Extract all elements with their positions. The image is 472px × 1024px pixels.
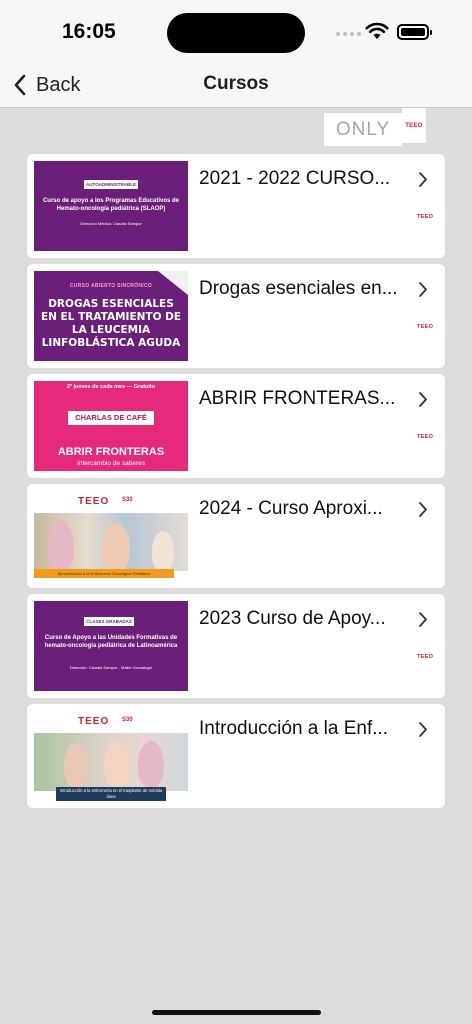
thumbnail-brand: TEEO [78, 716, 110, 727]
course-card[interactable]: CURSO ABIERTO SINCRÓNICO DROGAS ESENCIAL… [27, 264, 445, 368]
chevron-right-icon [419, 392, 427, 407]
teeo-logo: TEEO [417, 214, 434, 220]
anniversary-seal: S30 [122, 717, 133, 723]
course-title: ABRIR FRONTERAS... [199, 388, 396, 409]
teeo-logo: TEEO [402, 108, 426, 143]
course-card[interactable]: CLASES GRABADAS Curso de Apoyo a las Uni… [27, 594, 445, 698]
teeo-logo-text: TEEO [405, 122, 423, 129]
course-card[interactable]: AUTOADMINISTRABLE Curso de apoyo a los P… [27, 154, 445, 258]
course-thumbnail: 2º jueves de cada mes — Gratuito CHARLAS… [34, 381, 188, 471]
course-card[interactable]: TEEO S30 Aproximación a la Enfermería On… [27, 484, 445, 588]
course-card[interactable]: TEEO S30 Introducción a la enfermería en… [27, 704, 445, 808]
chevron-right-icon [419, 282, 427, 297]
thumbnail-heading: Curso de apoyo a los Programas Educativo… [42, 198, 180, 212]
teeo-logo: TEEO [417, 324, 434, 330]
thumbnail-caption: Aproximación a la Enfermería Oncológica … [34, 569, 174, 578]
teeo-logo: TEEO [417, 654, 434, 660]
chevron-right-icon [419, 722, 427, 737]
thumbnail-subtitle: Dirección Médica: Claudia Sampor [80, 221, 142, 226]
nurses-photo [34, 733, 188, 791]
course-thumbnail: AUTOADMINISTRABLE Curso de apoyo a los P… [34, 161, 188, 251]
nurses-photo [34, 513, 188, 571]
thumbnail-tag: CLASES GRABADAS [84, 617, 134, 626]
chevron-right-icon [419, 502, 427, 517]
chevron-right-icon [419, 172, 427, 187]
thumbnail-tag: CHARLAS DE CAFÉ [68, 411, 154, 425]
thumbnail-heading: ABRIR FRONTERAS [57, 446, 165, 458]
teeo-logo: TEEO [417, 434, 434, 440]
thumbnail-subtitle: Intercambio de saberes [77, 460, 145, 467]
course-thumbnail: CLASES GRABADAS Curso de Apoyo a las Uni… [34, 601, 188, 691]
only-badge: ONLY [324, 113, 402, 146]
course-title: 2024 - Curso Aproxi... [199, 498, 383, 519]
battery-icon [397, 24, 432, 40]
cellular-signal-icon [336, 32, 361, 36]
course-title: 2023 Curso de Apoy... [199, 608, 386, 629]
course-thumbnail: TEEO S30 Aproximación a la Enfermería On… [34, 491, 188, 581]
course-thumbnail: TEEO S30 Introducción a la enfermería en… [34, 711, 188, 801]
status-bar: 16:05 [0, 0, 472, 62]
thumbnail-heading: Curso de Apoyo a las Unidades Formativas… [44, 635, 178, 649]
thumbnail-schedule: 2º jueves de cada mes — Gratuito [66, 384, 156, 390]
dynamic-island [167, 13, 305, 53]
thumbnail-tag: AUTOADMINISTRABLE [84, 180, 138, 189]
course-thumbnail: CURSO ABIERTO SINCRÓNICO DROGAS ESENCIAL… [34, 271, 188, 361]
thumbnail-subtitle: Dirección: Claudia Sampor - Mailie Goros… [69, 665, 153, 670]
navigation-bar: Back Cursos [0, 62, 472, 108]
anniversary-seal: S30 [122, 497, 133, 503]
page-title: Cursos [203, 73, 269, 94]
chevron-right-icon [419, 612, 427, 627]
status-time: 16:05 [62, 20, 116, 43]
course-title: Introducción a la Enf... [199, 718, 389, 739]
thumbnail-tag: CURSO ABIERTO SINCRÓNICO [69, 283, 153, 289]
wifi-icon [365, 22, 389, 39]
thumbnail-caption: Introducción a la enfermería en el trasp… [56, 787, 166, 801]
thumbnail-brand: TEEO [78, 496, 110, 507]
course-title: Drogas esenciales en... [199, 278, 398, 299]
course-title: 2021 - 2022 CURSO... [199, 168, 391, 189]
thumbnail-heading: DROGAS ESENCIALES EN EL TRATAMIENTO DE L… [40, 298, 182, 349]
home-indicator[interactable] [152, 1010, 321, 1015]
course-card[interactable]: 2º jueves de cada mes — Gratuito CHARLAS… [27, 374, 445, 478]
